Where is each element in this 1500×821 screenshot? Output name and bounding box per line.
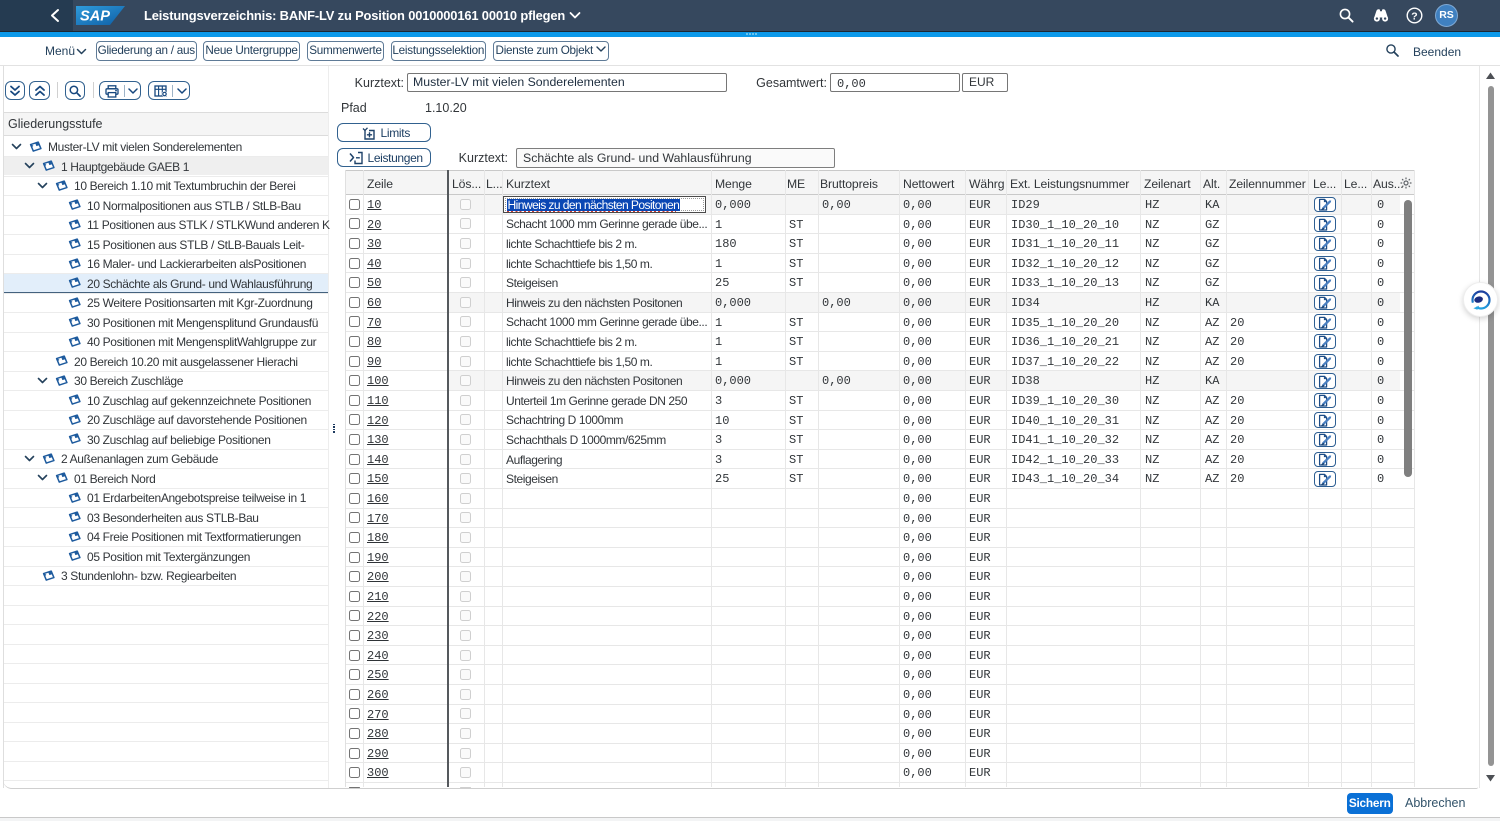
svg-text:?: ? <box>1411 10 1417 22</box>
svg-text:SAP: SAP <box>80 9 110 25</box>
